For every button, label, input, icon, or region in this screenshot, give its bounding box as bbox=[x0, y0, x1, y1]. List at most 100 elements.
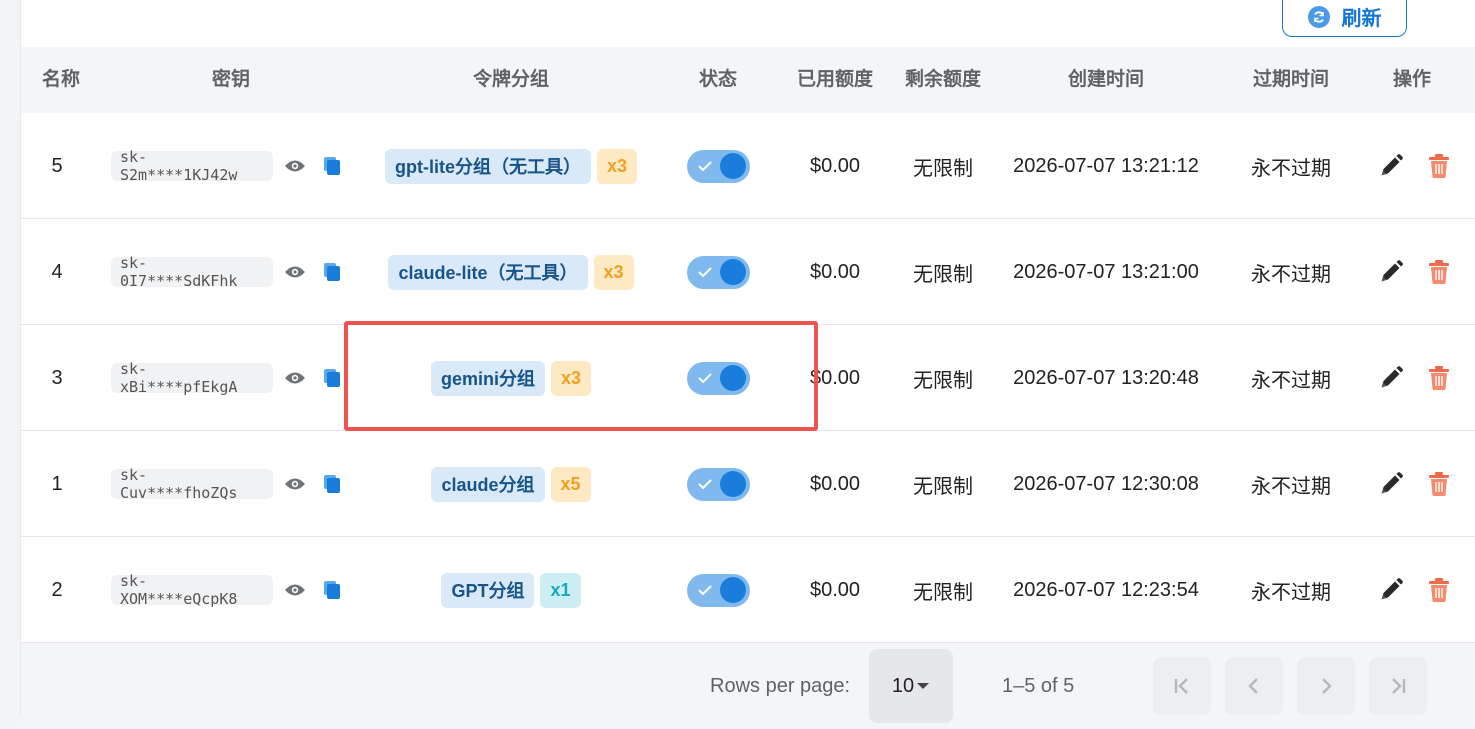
key-cell: sk-S2m****1KJ42w bbox=[111, 113, 273, 219]
last-page-icon bbox=[1392, 678, 1406, 694]
token-name: 1 bbox=[51, 472, 63, 495]
refresh-button[interactable]: 刷新 bbox=[1282, 0, 1407, 37]
chevron-right-icon bbox=[1322, 678, 1332, 694]
column-header-status[interactable]: 状态 bbox=[668, 47, 768, 113]
pencil-icon bbox=[1381, 260, 1403, 282]
edit-button[interactable] bbox=[1373, 219, 1409, 325]
remaining-quota: 无限制 bbox=[913, 263, 973, 286]
multiplier-badge: x5 bbox=[550, 466, 591, 502]
created-time: 2026-07-07 13:21:12 bbox=[1013, 154, 1199, 177]
check-icon bbox=[697, 266, 712, 277]
status-toggle[interactable] bbox=[686, 255, 750, 289]
show-key-button[interactable] bbox=[279, 113, 311, 219]
pencil-icon bbox=[1381, 472, 1403, 494]
column-header-used[interactable]: 已用额度 bbox=[783, 47, 887, 113]
check-icon bbox=[697, 478, 712, 489]
rows-per-page-label: Rows per page: bbox=[710, 675, 851, 697]
check-icon bbox=[697, 584, 712, 595]
edit-button[interactable] bbox=[1373, 325, 1409, 431]
column-header-expires[interactable]: 过期时间 bbox=[1221, 47, 1361, 113]
next-page-button[interactable] bbox=[1297, 657, 1355, 715]
status-cell bbox=[668, 325, 768, 431]
copy-icon bbox=[324, 581, 340, 599]
api-key: sk-XOM****eQcpK8 bbox=[111, 572, 273, 608]
multiplier-badge: x3 bbox=[596, 148, 638, 184]
status-cell bbox=[668, 431, 768, 537]
delete-button[interactable] bbox=[1421, 431, 1457, 537]
show-key-button[interactable] bbox=[279, 431, 311, 537]
toggle-knob bbox=[719, 259, 746, 285]
remaining-quota: 无限制 bbox=[913, 581, 973, 604]
pencil-icon bbox=[1381, 578, 1403, 600]
group-cell: gpt-lite分组（无工具） x3 bbox=[361, 113, 661, 219]
copy-key-button[interactable] bbox=[317, 431, 347, 537]
refresh-label: 刷新 bbox=[1341, 8, 1382, 30]
used-quota: $0.00 bbox=[809, 154, 861, 177]
eye-icon bbox=[285, 584, 305, 596]
column-header-remaining[interactable]: 剩余额度 bbox=[891, 47, 995, 113]
edit-button[interactable] bbox=[1373, 537, 1409, 643]
delete-button[interactable] bbox=[1421, 537, 1457, 643]
table-row: 2 sk-XOM****eQcpK8 GPT分组 x1 $0.00 无限制 20… bbox=[21, 537, 1475, 643]
first-page-button[interactable] bbox=[1153, 657, 1211, 715]
table-header: 名称 密钥 令牌分组 状态 已用额度 剩余额度 创建时间 过期时间 操作 bbox=[21, 47, 1475, 113]
caret-down-icon bbox=[917, 683, 930, 689]
trash-icon bbox=[1429, 472, 1449, 496]
key-cell: sk-XOM****eQcpK8 bbox=[111, 537, 273, 643]
pagination-range: 1–5 of 5 bbox=[1002, 675, 1075, 697]
first-page-icon bbox=[1174, 678, 1188, 694]
copy-key-button[interactable] bbox=[317, 113, 347, 219]
table-row: 5 sk-S2m****1KJ42w gpt-lite分组（无工具） x3 $0… bbox=[21, 113, 1475, 219]
key-cell: sk-xBi****pfEkgA bbox=[111, 325, 273, 431]
group-cell: gemini分组 x3 bbox=[361, 325, 661, 431]
group-cell: claude-lite（无工具） x3 bbox=[361, 219, 661, 325]
token-name: 5 bbox=[51, 154, 63, 177]
remaining-quota: 无限制 bbox=[913, 157, 973, 180]
created-time: 2026-07-07 12:23:54 bbox=[1013, 578, 1199, 601]
status-toggle[interactable] bbox=[686, 361, 750, 395]
delete-button[interactable] bbox=[1421, 113, 1457, 219]
expire-time: 永不过期 bbox=[1251, 263, 1331, 286]
toggle-knob bbox=[719, 471, 746, 497]
edit-button[interactable] bbox=[1373, 431, 1409, 537]
eye-icon bbox=[285, 266, 305, 278]
expire-time: 永不过期 bbox=[1251, 581, 1331, 604]
edit-button[interactable] bbox=[1373, 113, 1409, 219]
api-key: sk-Cuv****fhoZQs bbox=[111, 466, 273, 502]
status-cell bbox=[668, 537, 768, 643]
api-key: sk-xBi****pfEkgA bbox=[111, 360, 273, 396]
group-chip: GPT分组 bbox=[441, 572, 535, 608]
copy-key-button[interactable] bbox=[317, 325, 347, 431]
table-row: 4 sk-0I7****SdKFhk claude-lite（无工具） x3 $… bbox=[21, 219, 1475, 325]
used-quota: $0.00 bbox=[809, 578, 861, 601]
eye-icon bbox=[285, 372, 305, 384]
table-row: 3 sk-xBi****pfEkgA gemini分组 x3 $0.00 无限制… bbox=[21, 325, 1475, 431]
copy-icon bbox=[324, 369, 340, 387]
check-icon bbox=[697, 372, 712, 383]
status-toggle[interactable] bbox=[686, 149, 750, 183]
column-header-name[interactable]: 名称 bbox=[21, 47, 101, 113]
status-toggle[interactable] bbox=[686, 573, 750, 607]
copy-key-button[interactable] bbox=[317, 537, 347, 643]
token-name: 2 bbox=[51, 578, 63, 601]
status-toggle[interactable] bbox=[686, 467, 750, 501]
column-header-created[interactable]: 创建时间 bbox=[1004, 47, 1208, 113]
key-cell: sk-0I7****SdKFhk bbox=[111, 219, 273, 325]
delete-button[interactable] bbox=[1421, 325, 1457, 431]
trash-icon bbox=[1429, 154, 1449, 178]
copy-icon bbox=[324, 263, 340, 281]
column-header-group[interactable]: 令牌分组 bbox=[361, 47, 661, 113]
show-key-button[interactable] bbox=[279, 537, 311, 643]
group-chip: gemini分组 bbox=[430, 360, 545, 396]
copy-key-button[interactable] bbox=[317, 219, 347, 325]
toggle-knob bbox=[719, 365, 746, 391]
previous-page-button[interactable] bbox=[1225, 657, 1283, 715]
last-page-button[interactable] bbox=[1369, 657, 1427, 715]
show-key-button[interactable] bbox=[279, 325, 311, 431]
token-name: 3 bbox=[51, 366, 63, 389]
show-key-button[interactable] bbox=[279, 219, 311, 325]
delete-button[interactable] bbox=[1421, 219, 1457, 325]
api-key: sk-0I7****SdKFhk bbox=[111, 254, 273, 290]
column-header-key[interactable]: 密钥 bbox=[111, 47, 351, 113]
rows-per-page-select[interactable]: 10 bbox=[869, 649, 953, 723]
